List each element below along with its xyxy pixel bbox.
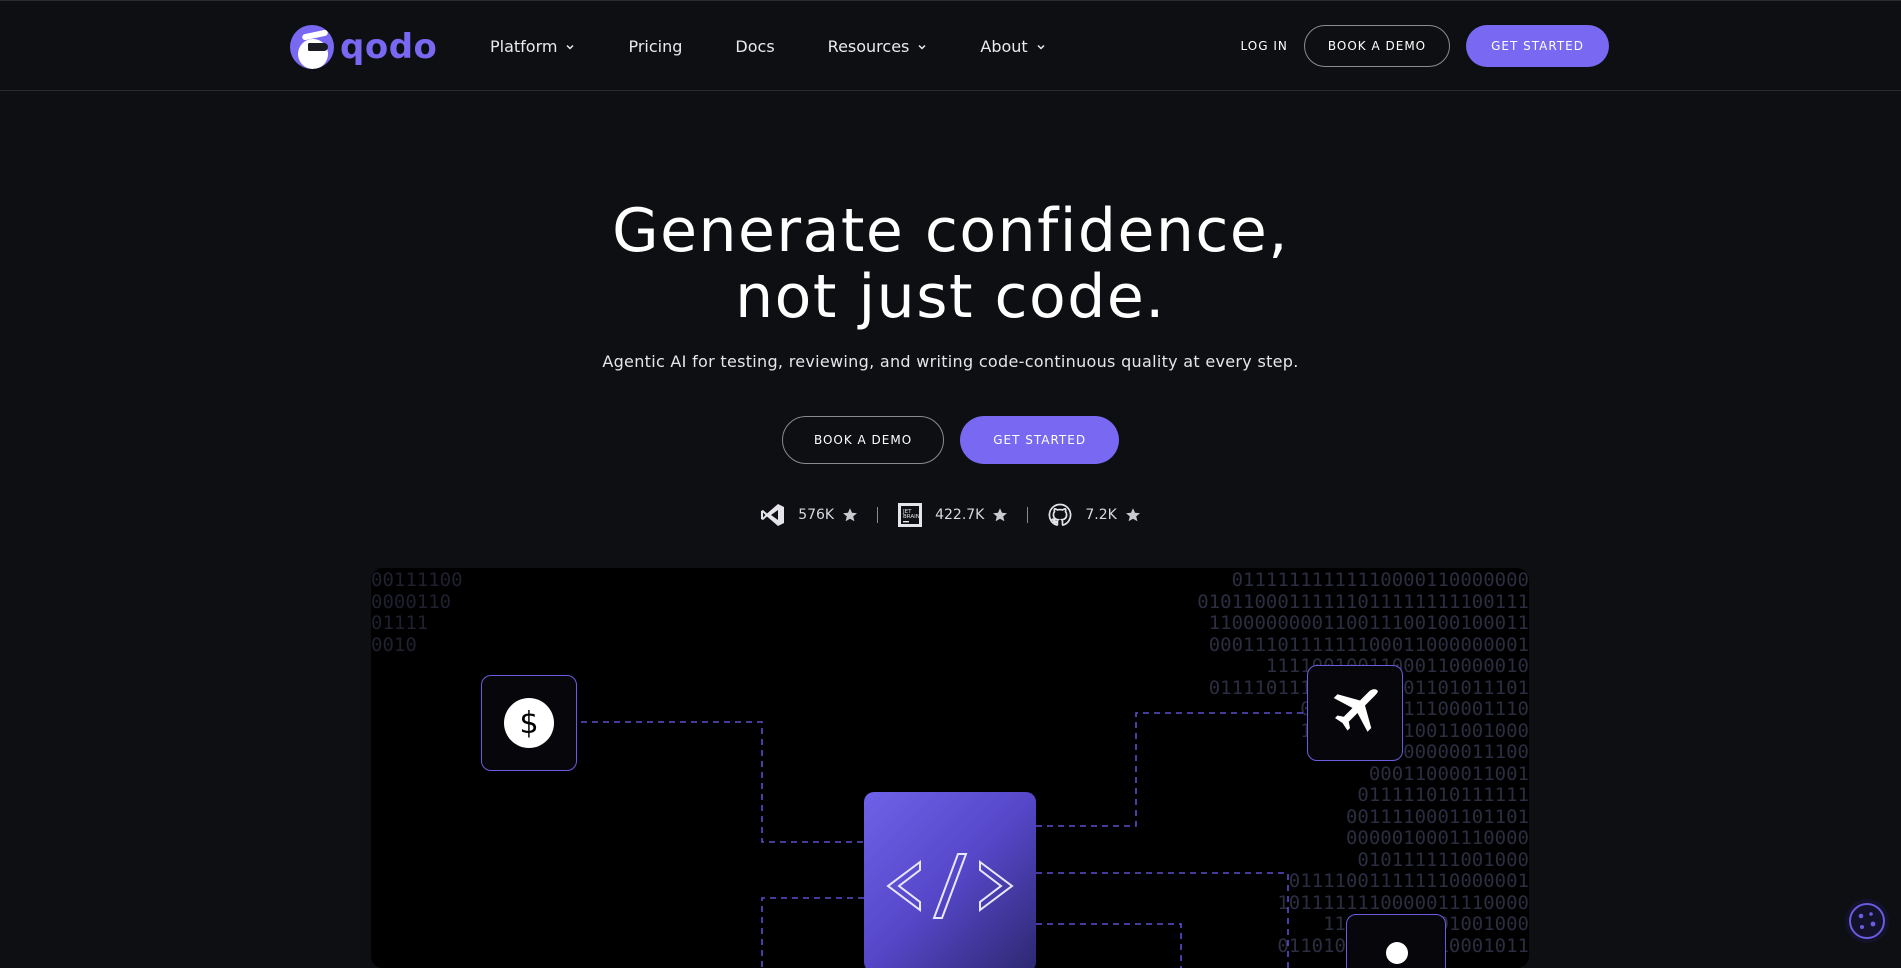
dollar-node: $ — [481, 675, 577, 771]
hero-book-demo-button[interactable]: BOOK A DEMO — [781, 416, 945, 464]
chevron-down-icon — [918, 44, 926, 50]
cookie-settings-button[interactable] — [1845, 899, 1889, 943]
login-link[interactable]: LOG IN — [1241, 39, 1288, 53]
hero-title-line1: Generate confidence, — [612, 196, 1289, 266]
logo-text: qodo — [340, 27, 438, 67]
star-icon — [1125, 508, 1140, 522]
github-icon — [1047, 502, 1073, 528]
airplane-icon — [1333, 689, 1378, 732]
install-stats: 576K JET BRAINS 422.7K 7.2K — [0, 502, 1901, 528]
chevron-down-icon — [1037, 44, 1045, 50]
dollar-icon: $ — [504, 698, 554, 748]
get-started-button[interactable]: GET STARTED — [1466, 25, 1609, 67]
stat-jetbrains-value: 422.7K — [935, 507, 985, 523]
partial-node — [1346, 914, 1446, 968]
stat-vscode-value: 576K — [798, 507, 835, 523]
nav-pricing-label: Pricing — [628, 37, 683, 56]
circle-icon — [1386, 942, 1408, 964]
nav-docs-label: Docs — [735, 37, 775, 56]
code-brackets-icon — [886, 853, 1014, 919]
svg-text:BRAINS: BRAINS — [903, 514, 922, 520]
nav-links: Platform Pricing Docs Resources About — [490, 1, 1099, 92]
stat-github[interactable]: 7.2K — [1047, 502, 1140, 528]
hero-title: Generate confidence, not just code. — [0, 198, 1901, 330]
vscode-icon — [760, 502, 786, 528]
stat-jetbrains[interactable]: JET BRAINS 422.7K — [897, 502, 1008, 528]
nav-actions: LOG IN BOOK A DEMO GET STARTED — [1241, 25, 1609, 67]
hero-get-started-button[interactable]: GET STARTED — [960, 416, 1120, 464]
star-icon — [993, 508, 1008, 522]
stat-vscode[interactable]: 576K — [760, 502, 858, 528]
nav-resources[interactable]: Resources — [828, 37, 928, 56]
cookie-icon — [1849, 903, 1885, 939]
svg-text:$: $ — [519, 706, 538, 741]
hero-subtitle: Agentic AI for testing, reviewing, and w… — [602, 352, 1299, 371]
star-icon — [843, 508, 858, 522]
nav-resources-label: Resources — [827, 37, 910, 56]
book-demo-button[interactable]: BOOK A DEMO — [1303, 25, 1451, 67]
stat-github-value: 7.2K — [1085, 507, 1117, 523]
qodo-bird-icon — [290, 25, 334, 69]
airplane-node — [1307, 665, 1403, 761]
code-card — [864, 792, 1036, 968]
hero-illustration: 01111111111110000110000000 0101100011111… — [371, 568, 1529, 968]
chevron-down-icon — [566, 44, 575, 50]
nav-docs[interactable]: Docs — [735, 37, 774, 56]
stat-divider — [1027, 507, 1029, 523]
qodo-logo[interactable]: qodo — [290, 25, 437, 69]
nav-about[interactable]: About — [980, 37, 1045, 56]
top-nav: qodo Platform Pricing Docs Resources Abo… — [0, 0, 1901, 91]
nav-about-label: About — [980, 37, 1028, 56]
hero-cta-group: BOOK A DEMO GET STARTED — [0, 416, 1901, 464]
hero-title-line2: not just code. — [735, 262, 1166, 332]
jetbrains-icon: JET BRAINS — [897, 502, 923, 528]
nav-pricing[interactable]: Pricing — [628, 37, 682, 56]
nav-platform-label: Platform — [490, 37, 558, 56]
stat-divider — [877, 507, 879, 523]
nav-platform[interactable]: Platform — [490, 37, 575, 56]
